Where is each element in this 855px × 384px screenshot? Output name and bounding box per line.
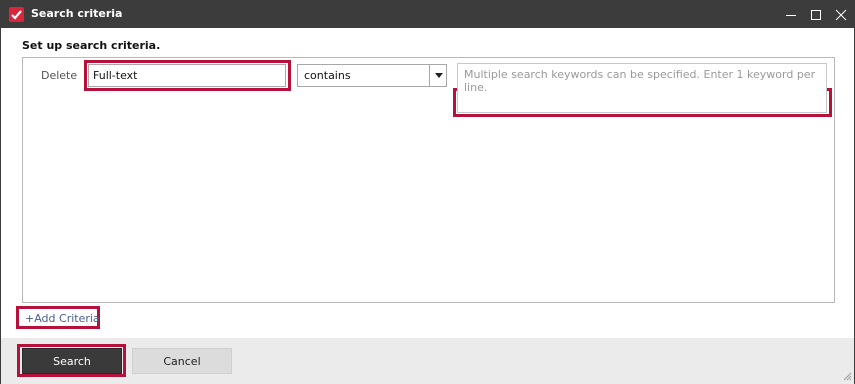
maximize-icon	[811, 10, 821, 20]
add-criteria-link[interactable]: +Add Criteria	[25, 312, 100, 325]
caret-down-icon	[435, 73, 443, 78]
search-criteria-dialog: Search criteria Set up search criteria. …	[0, 0, 855, 384]
close-icon	[835, 9, 847, 21]
app-logo-icon	[9, 7, 24, 22]
title-bar[interactable]: Search criteria	[1, 1, 854, 28]
close-button[interactable]	[828, 1, 854, 28]
select-divider	[429, 65, 430, 86]
maximize-button[interactable]	[803, 1, 829, 28]
minimize-button[interactable]	[778, 1, 804, 28]
field-input[interactable]	[88, 64, 286, 87]
resize-grip-icon[interactable]	[842, 371, 852, 381]
delete-criteria-link[interactable]: Delete	[41, 69, 77, 82]
cancel-button[interactable]: Cancel	[132, 348, 232, 374]
section-heading: Set up search criteria.	[22, 39, 161, 52]
dialog-footer	[1, 338, 854, 384]
operator-select[interactable]: contains	[297, 64, 447, 87]
window-title: Search criteria	[31, 7, 123, 20]
minimize-icon	[786, 15, 796, 16]
operator-value: contains	[304, 69, 351, 82]
search-button[interactable]: Search	[22, 348, 122, 374]
keywords-textarea[interactable]	[457, 63, 827, 113]
